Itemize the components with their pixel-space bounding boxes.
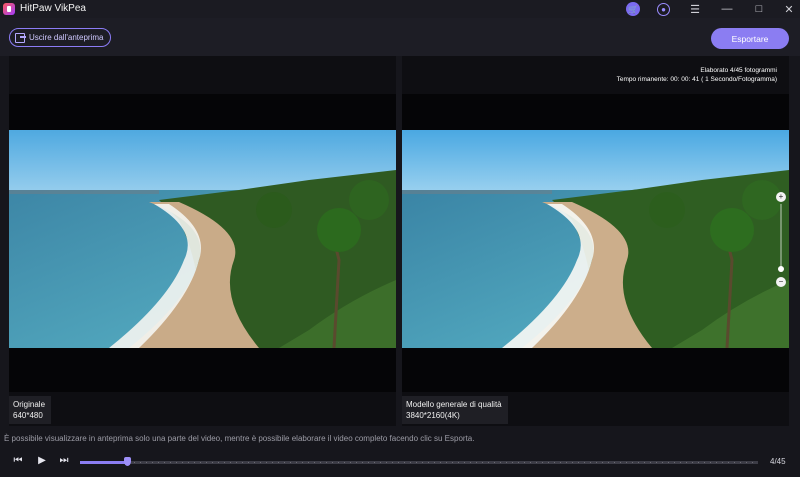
zoom-control: + −: [776, 192, 786, 288]
app-logo-icon: [3, 3, 15, 15]
minimize-icon[interactable]: —: [720, 2, 734, 16]
letterbox-top: [9, 94, 396, 130]
frame-counter: 4/45: [770, 457, 786, 466]
play-icon[interactable]: ▶: [35, 454, 49, 468]
app-title: HitPaw VikPea: [20, 3, 86, 14]
processing-info: Elaborato 4/45 fotogrammi Tempo rimanent…: [617, 66, 777, 84]
letterbox-bottom: [402, 348, 789, 392]
model-title: Modello generale di qualità: [406, 400, 502, 409]
timeline-slider[interactable]: [80, 457, 758, 466]
player-controls: ⏮ ▶ ⏭ 4/45: [0, 449, 800, 477]
zoom-out-icon[interactable]: −: [776, 277, 786, 287]
zoom-slider-handle[interactable]: [778, 266, 784, 272]
cart-icon[interactable]: 🛒: [626, 2, 640, 16]
original-video-frame: [9, 130, 396, 348]
close-icon[interactable]: ✕: [782, 2, 796, 16]
letterbox-bottom: [9, 348, 396, 392]
original-resolution: 640*480: [13, 411, 43, 420]
exit-preview-button[interactable]: Uscire dall'anteprima: [9, 28, 112, 47]
letterbox-top: [402, 94, 789, 130]
exit-preview-label: Uscire dall'anteprima: [29, 33, 104, 42]
timeline-ticks: [80, 462, 758, 463]
menu-icon[interactable]: ☰: [688, 2, 702, 16]
processed-frames: Elaborato 4/45 fotogrammi: [700, 67, 777, 74]
maximize-icon[interactable]: □: [752, 2, 766, 16]
enhanced-caption: Modello generale di qualità 3840*2160(4K…: [402, 396, 508, 424]
original-preview-panel: Originale 640*480: [9, 56, 396, 426]
next-frame-icon[interactable]: ⏭: [57, 454, 71, 468]
timeline-progress: [80, 461, 127, 464]
enhanced-video-frame: [402, 130, 789, 348]
preview-toolbar: Uscire dall'anteprima Esportare: [0, 18, 800, 56]
title-bar: HitPaw VikPea 🛒 ● ☰ — □ ✕: [0, 0, 800, 18]
user-icon[interactable]: ●: [657, 3, 670, 16]
zoom-slider[interactable]: [780, 204, 782, 272]
timeline-handle[interactable]: [123, 457, 131, 466]
zoom-in-icon[interactable]: +: [776, 192, 786, 202]
preview-notice: È possibile visualizzare in anteprima so…: [4, 434, 475, 443]
original-caption: Originale 640*480: [9, 396, 52, 424]
model-resolution: 3840*2160(4K): [406, 411, 460, 420]
enhanced-preview-panel: Elaborato 4/45 fotogrammi Tempo rimanent…: [402, 56, 789, 426]
exit-icon: [15, 32, 26, 43]
remaining-time: Tempo rimanente: 00: 00: 41 ( 1 Secondo/…: [616, 76, 777, 83]
export-button[interactable]: Esportare: [711, 28, 789, 49]
original-title: Originale: [13, 400, 46, 409]
previous-frame-icon[interactable]: ⏮: [11, 454, 25, 468]
